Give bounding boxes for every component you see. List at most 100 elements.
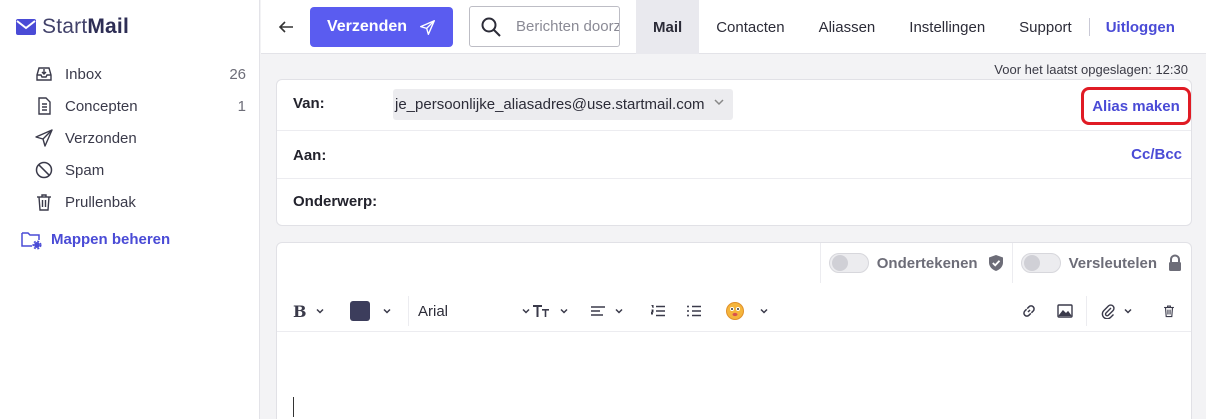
subject-input[interactable] bbox=[387, 184, 1177, 218]
from-label: Van: bbox=[293, 95, 325, 112]
subject-label: Onderwerp: bbox=[293, 193, 378, 210]
sidebar-item-inbox[interactable]: Inbox 26 bbox=[34, 58, 246, 90]
folder-settings-icon bbox=[20, 228, 42, 250]
numbered-list-icon bbox=[651, 304, 665, 317]
image-icon bbox=[1057, 304, 1073, 318]
numbered-list-button[interactable] bbox=[650, 290, 666, 332]
to-label: Aan: bbox=[293, 147, 327, 164]
cc-bcc-link[interactable]: Cc/Bcc bbox=[1131, 146, 1182, 163]
send-button-label: Verzenden bbox=[326, 18, 408, 35]
insert-link-button[interactable] bbox=[1021, 290, 1037, 332]
emoji-icon bbox=[726, 302, 744, 320]
align-dropdown[interactable] bbox=[590, 290, 624, 332]
chevron-down-icon bbox=[383, 308, 391, 314]
tab-mail[interactable]: Mail bbox=[636, 0, 700, 54]
sign-label: Ondertekenen bbox=[876, 254, 978, 272]
discard-button[interactable] bbox=[1162, 290, 1176, 332]
shield-check-icon bbox=[988, 255, 1003, 271]
lock-icon bbox=[1169, 254, 1181, 271]
tab-aliases[interactable]: Aliassen bbox=[802, 0, 893, 54]
toolbar-divider bbox=[408, 296, 409, 326]
insert-image-button[interactable] bbox=[1057, 290, 1073, 332]
unread-count: 26 bbox=[229, 65, 246, 83]
create-alias-button[interactable]: Alias maken bbox=[1081, 87, 1191, 125]
sign-toggle-group: Ondertekenen bbox=[819, 243, 1012, 283]
security-toggles: Ondertekenen Versleutelen bbox=[819, 243, 1191, 283]
tab-support[interactable]: Support bbox=[1002, 0, 1089, 54]
sidebar-item-label: Prullenbak bbox=[65, 193, 136, 211]
chevron-down-icon bbox=[1124, 308, 1132, 314]
sidebar-item-label: Inbox bbox=[65, 65, 102, 83]
back-button[interactable] bbox=[275, 16, 297, 38]
sidebar-item-label: Verzonden bbox=[65, 129, 137, 147]
chevron-down-icon bbox=[560, 308, 568, 314]
send-icon bbox=[34, 128, 54, 148]
bullet-list-icon bbox=[687, 305, 701, 317]
chevron-down-icon bbox=[760, 308, 768, 314]
from-address: je_persoonlijke_aliasadres@use.startmail… bbox=[395, 96, 705, 113]
compose-header: Van: je_persoonlijke_aliasadres@use.star… bbox=[276, 79, 1192, 226]
send-icon bbox=[420, 19, 435, 35]
top-bar: Verzenden Mail Contacten Aliassen Instel… bbox=[261, 0, 1206, 54]
color-swatch-icon bbox=[350, 301, 370, 321]
sidebar-item-label: Concepten bbox=[65, 97, 138, 115]
to-input[interactable] bbox=[387, 138, 1087, 172]
search-icon bbox=[481, 17, 501, 37]
sign-toggle[interactable] bbox=[828, 253, 869, 273]
text-color-dropdown[interactable] bbox=[350, 290, 392, 332]
chevron-down-icon bbox=[714, 99, 724, 106]
message-body-input[interactable] bbox=[277, 333, 1191, 419]
paperclip-icon bbox=[1101, 304, 1115, 319]
send-button[interactable]: Verzenden bbox=[310, 7, 453, 47]
font-family-value: Arial bbox=[418, 302, 449, 320]
font-family-select[interactable]: Arial bbox=[418, 290, 531, 332]
block-icon bbox=[34, 160, 54, 180]
logo-text: StartMail bbox=[42, 15, 130, 38]
manage-folders-label: Mappen beheren bbox=[51, 230, 171, 248]
divider bbox=[277, 178, 1191, 179]
tab-contacts[interactable]: Contacten bbox=[699, 0, 801, 54]
saved-status: Voor het laatst opgeslagen: 12:30 bbox=[994, 62, 1188, 77]
text-cursor bbox=[293, 397, 294, 417]
trash-icon bbox=[1164, 305, 1174, 318]
document-icon bbox=[34, 96, 54, 116]
chevron-down-icon bbox=[615, 308, 623, 314]
chevron-down-icon bbox=[316, 308, 324, 314]
align-left-icon bbox=[591, 306, 605, 316]
trash-icon bbox=[34, 192, 54, 212]
message-editor: Ondertekenen Versleutelen B Arial bbox=[276, 242, 1192, 419]
sidebar-item-sent[interactable]: Verzonden bbox=[34, 122, 246, 154]
inbox-icon bbox=[34, 64, 54, 84]
bold-icon: B bbox=[293, 301, 307, 321]
envelope-logo-icon bbox=[16, 19, 36, 35]
emoji-dropdown[interactable] bbox=[725, 290, 769, 332]
attachment-dropdown[interactable] bbox=[1101, 290, 1133, 332]
sidebar-item-spam[interactable]: Spam bbox=[34, 154, 246, 186]
startmail-logo[interactable]: StartMail bbox=[16, 14, 129, 40]
search-box[interactable] bbox=[469, 6, 620, 47]
toolbar-divider bbox=[1086, 296, 1087, 326]
chevron-down-icon bbox=[522, 308, 530, 314]
logout-link[interactable]: Uitloggen bbox=[1090, 0, 1192, 54]
encrypt-toggle-group: Versleutelen bbox=[1011, 243, 1191, 283]
tab-settings[interactable]: Instellingen bbox=[892, 0, 1002, 54]
from-select[interactable]: je_persoonlijke_aliasadres@use.startmail… bbox=[393, 89, 733, 120]
text-size-icon bbox=[533, 305, 549, 317]
sidebar: StartMail Inbox 26 Concepten 1 Verzonden bbox=[0, 0, 260, 419]
manage-folders-link[interactable]: Mappen beheren bbox=[20, 228, 170, 250]
search-input[interactable] bbox=[516, 18, 619, 35]
sidebar-item-trash[interactable]: Prullenbak bbox=[34, 186, 246, 218]
bold-dropdown[interactable]: B bbox=[293, 290, 325, 332]
folder-nav: Inbox 26 Concepten 1 Verzonden Spam Prul… bbox=[34, 58, 246, 218]
link-icon bbox=[1023, 305, 1035, 317]
sidebar-item-drafts[interactable]: Concepten 1 bbox=[34, 90, 246, 122]
encrypt-label: Versleutelen bbox=[1068, 254, 1157, 272]
divider bbox=[277, 130, 1191, 131]
sidebar-item-label: Spam bbox=[65, 161, 105, 179]
arrow-left-icon bbox=[278, 21, 293, 33]
font-size-dropdown[interactable] bbox=[533, 290, 569, 332]
encrypt-toggle[interactable] bbox=[1020, 253, 1061, 273]
bullet-list-button[interactable] bbox=[686, 290, 702, 332]
formatting-toolbar: B Arial bbox=[277, 290, 1191, 332]
draft-count: 1 bbox=[237, 97, 246, 115]
